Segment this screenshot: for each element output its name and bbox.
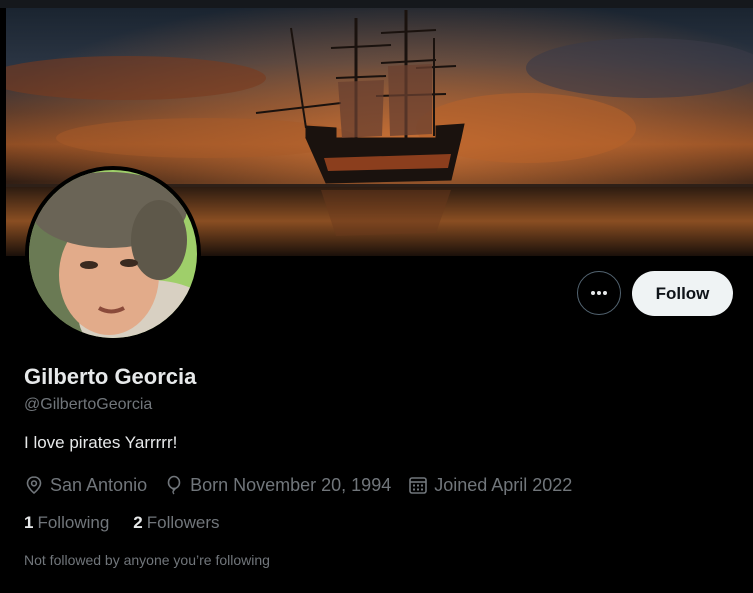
following-count: 1 [24, 513, 34, 532]
balloon-icon [167, 475, 181, 495]
follow-button[interactable]: Follow [632, 271, 733, 316]
birth-text: Born November 20, 1994 [190, 474, 392, 495]
profile-bio: I love pirates Yarrrrr! [24, 433, 178, 452]
more-horizontal-icon [591, 291, 607, 295]
joined-text: Joined April 2022 [434, 474, 573, 495]
followers-count: 2 [133, 513, 143, 532]
profile-meta: San Antonio Born November 20, 1994 Joine… [24, 473, 589, 497]
location-item: San Antonio [24, 475, 147, 496]
calendar-icon [409, 477, 428, 494]
following-label: Following [37, 513, 110, 532]
avatar-photo [29, 170, 197, 338]
follow-note: Not followed by anyone you’re following [24, 552, 270, 568]
location-text: San Antonio [50, 474, 148, 495]
followers-link[interactable]: 2 Followers [133, 513, 219, 533]
display-name: Gilberto Georcia [24, 364, 197, 389]
profile-avatar[interactable] [25, 166, 201, 342]
following-link[interactable]: 1 Following [24, 513, 109, 533]
location-pin-icon [26, 476, 42, 495]
follow-counts: 1 Following 2 Followers [24, 513, 244, 533]
followers-label: Followers [146, 513, 220, 532]
more-options-button[interactable] [577, 271, 621, 315]
user-handle: @GilbertoGeorcia [24, 396, 153, 413]
top-strip [0, 0, 753, 8]
birth-item: Born November 20, 1994 [164, 475, 391, 496]
joined-item: Joined April 2022 [408, 475, 572, 496]
